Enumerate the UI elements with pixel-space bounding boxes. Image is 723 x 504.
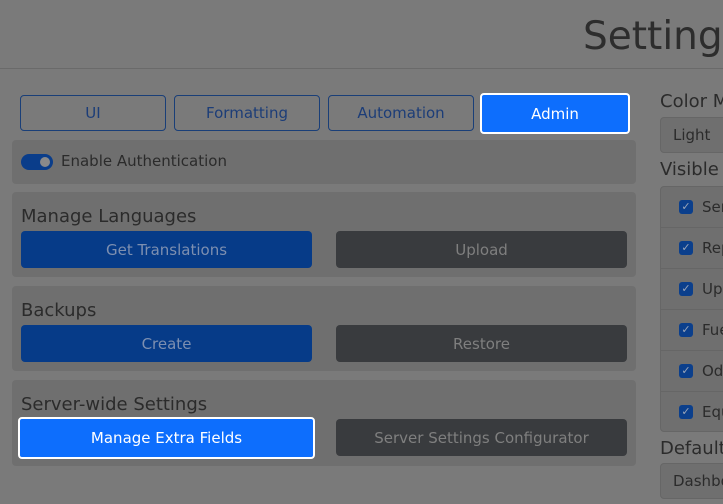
manage-extra-fields-button[interactable]: Manage Extra Fields bbox=[18, 417, 315, 459]
list-item-label: Ser bbox=[702, 198, 723, 216]
checkmark-icon[interactable]: ✓ bbox=[679, 323, 693, 337]
visible-tabs-label: Visible T bbox=[660, 159, 723, 180]
create-backup-button[interactable]: Create bbox=[21, 325, 312, 362]
list-item[interactable]: ✓ Ser bbox=[661, 187, 723, 228]
list-item[interactable]: ✓ Rep bbox=[661, 228, 723, 269]
tab-ui[interactable]: UI bbox=[20, 95, 166, 131]
tab-admin[interactable]: Admin bbox=[480, 93, 630, 134]
default-tab-select[interactable]: Dashbo bbox=[660, 463, 723, 499]
list-item[interactable]: ✓ Upc bbox=[661, 269, 723, 310]
list-item[interactable]: ✓ Od bbox=[661, 351, 723, 392]
visible-tabs-list: ✓ Ser ✓ Rep ✓ Upc ✓ Fue ✓ Od ✓ Equ bbox=[660, 186, 723, 432]
server-wide-settings-card: Server-wide Settings Manage Extra Fields… bbox=[12, 380, 636, 466]
enable-authentication-toggle[interactable] bbox=[21, 154, 53, 170]
list-item[interactable]: ✓ Equ bbox=[661, 392, 723, 431]
checkmark-icon[interactable]: ✓ bbox=[679, 200, 693, 214]
list-item[interactable]: ✓ Fue bbox=[661, 310, 723, 351]
tab-formatting[interactable]: Formatting bbox=[174, 95, 320, 131]
page-header: Settings bbox=[0, 0, 723, 69]
color-mode-select[interactable]: Light bbox=[660, 117, 723, 153]
checkmark-icon[interactable]: ✓ bbox=[679, 364, 693, 378]
page-title: Settings bbox=[583, 14, 723, 59]
server-wide-settings-title: Server-wide Settings bbox=[21, 394, 208, 415]
checkmark-icon[interactable]: ✓ bbox=[679, 241, 693, 255]
enable-authentication-label: Enable Authentication bbox=[61, 152, 227, 170]
list-item-label: Equ bbox=[702, 403, 723, 421]
restore-backup-button[interactable]: Restore bbox=[336, 325, 627, 362]
toggle-knob bbox=[40, 157, 50, 167]
color-mode-label: Color M bbox=[660, 91, 723, 112]
default-tab-label: Default bbox=[660, 438, 723, 459]
list-item-label: Fue bbox=[702, 321, 723, 339]
checkmark-icon[interactable]: ✓ bbox=[679, 282, 693, 296]
upload-button[interactable]: Upload bbox=[336, 231, 627, 268]
manage-languages-card: Manage Languages Get Translations Upload bbox=[12, 192, 636, 277]
backups-card: Backups Create Restore bbox=[12, 286, 636, 371]
tab-automation[interactable]: Automation bbox=[328, 95, 474, 131]
manage-languages-title: Manage Languages bbox=[21, 206, 197, 227]
list-item-label: Od bbox=[702, 362, 723, 380]
get-translations-button[interactable]: Get Translations bbox=[21, 231, 312, 268]
backups-title: Backups bbox=[21, 300, 97, 321]
checkmark-icon[interactable]: ✓ bbox=[679, 405, 693, 419]
list-item-label: Rep bbox=[702, 239, 723, 257]
list-item-label: Upc bbox=[702, 280, 723, 298]
server-settings-configurator-button[interactable]: Server Settings Configurator bbox=[336, 419, 627, 456]
